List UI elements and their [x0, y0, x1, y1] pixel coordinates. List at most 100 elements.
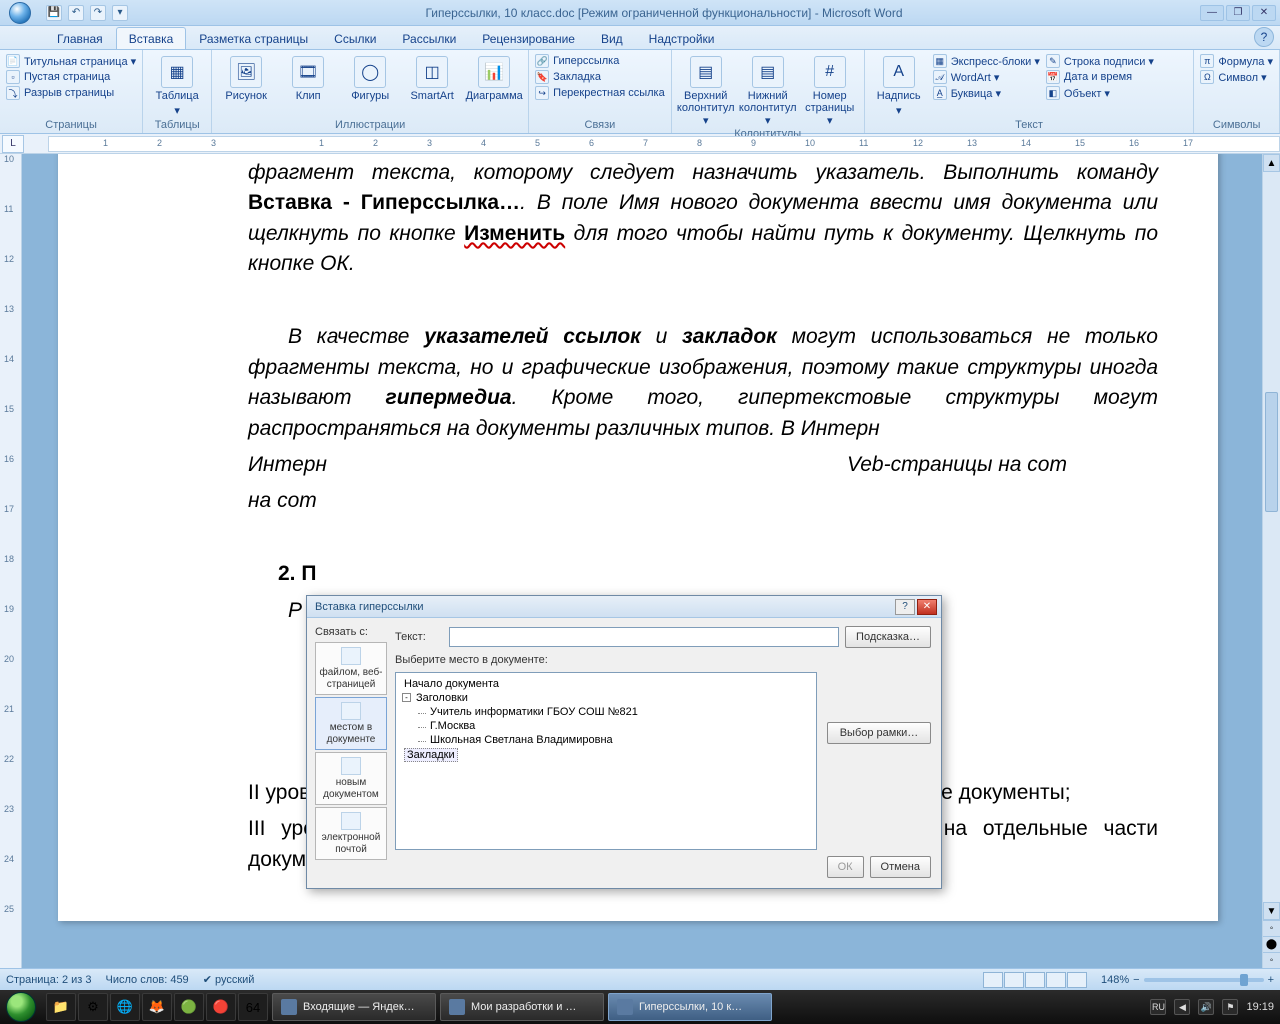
qat-undo-icon[interactable]: ↶ — [68, 5, 84, 21]
datetime-button[interactable]: 📅Дата и время — [1046, 70, 1154, 84]
tab-page-layout[interactable]: Разметка страницы — [186, 27, 321, 49]
target-frame-button[interactable]: Выбор рамки… — [827, 722, 931, 744]
linkto-place-in-doc[interactable]: местом в документе — [315, 697, 387, 750]
pinned-app[interactable]: 🦊 — [142, 993, 172, 1021]
hyperlink-button[interactable]: 🔗Гиперссылка — [535, 54, 665, 68]
textbox-button[interactable]: AНадпись▾ — [871, 52, 927, 117]
place-tree[interactable]: Начало документа -Заголовки Учитель инфо… — [395, 672, 817, 850]
qat-redo-icon[interactable]: ↷ — [90, 5, 106, 21]
view-draft[interactable] — [1067, 972, 1087, 988]
status-page[interactable]: Страница: 2 из 3 — [6, 974, 92, 986]
view-fullscreen[interactable] — [1004, 972, 1024, 988]
dialog-close-button[interactable]: ✕ — [917, 599, 937, 615]
header-button[interactable]: ▤Верхний колонтитул ▾ — [678, 52, 734, 127]
tray-clock[interactable]: 19:19 — [1246, 1001, 1274, 1013]
display-text-input[interactable] — [449, 627, 839, 647]
browse-object-button[interactable]: ⬤ — [1263, 936, 1280, 952]
view-print-layout[interactable] — [983, 972, 1003, 988]
taskbar-task[interactable]: Входящие — Яндек… — [272, 993, 436, 1021]
cover-page-button[interactable]: 📄Титульная страница ▾ — [6, 54, 136, 68]
scroll-track[interactable] — [1263, 172, 1280, 902]
help-button[interactable]: ? — [1254, 27, 1274, 47]
tab-addins[interactable]: Надстройки — [636, 27, 728, 49]
tab-insert[interactable]: Вставка — [116, 27, 187, 49]
linkto-email[interactable]: электронной почтой — [315, 807, 387, 860]
office-button[interactable] — [0, 0, 40, 26]
symbol-button[interactable]: ΩСимвол ▾ — [1200, 70, 1273, 84]
next-page-button[interactable]: ◦ — [1263, 952, 1280, 968]
quickparts-button[interactable]: ▦Экспресс-блоки ▾ — [933, 54, 1040, 68]
scroll-down-button[interactable]: ▼ — [1263, 902, 1280, 920]
ok-button[interactable]: ОК — [827, 856, 864, 878]
linkto-new-doc[interactable]: новым документом — [315, 752, 387, 805]
pinned-app[interactable]: ⚙ — [78, 993, 108, 1021]
object-button[interactable]: ◧Объект ▾ — [1046, 86, 1154, 100]
linkto-file-web[interactable]: файлом, веб-страницей — [315, 642, 387, 695]
pinned-app[interactable]: 🌐 — [110, 993, 140, 1021]
vertical-scrollbar[interactable]: ▲ ▼ ◦ ⬤ ◦ — [1262, 154, 1280, 968]
scroll-thumb[interactable] — [1265, 392, 1278, 512]
tree-heading-item[interactable]: Г.Москва — [416, 719, 810, 733]
tab-references[interactable]: Ссылки — [321, 27, 389, 49]
collapse-icon[interactable]: - — [402, 693, 411, 702]
taskbar-task[interactable]: Мои разработки и … — [440, 993, 604, 1021]
tab-view[interactable]: Вид — [588, 27, 636, 49]
pinned-app[interactable]: 64 — [238, 993, 268, 1021]
smartart-button[interactable]: ◫SmartArt — [404, 52, 460, 102]
picture-button[interactable]: 🖼Рисунок — [218, 52, 274, 102]
tray-flag-icon[interactable]: ⚑ — [1222, 999, 1238, 1015]
dialog-titlebar[interactable]: Вставка гиперссылки ? ✕ — [307, 596, 941, 618]
tree-heading-item[interactable]: Учитель информатики ГБОУ СОШ №821 — [416, 705, 810, 719]
taskbar-task[interactable]: Гиперссылки, 10 к… — [608, 993, 772, 1021]
tree-top-of-doc[interactable]: Начало документа — [402, 677, 810, 691]
vertical-ruler[interactable]: 10111213141516171819202122232425 — [0, 154, 22, 968]
dialog-help-button[interactable]: ? — [895, 599, 915, 615]
horizontal-ruler[interactable]: 1231234567891011121314151617 — [48, 136, 1280, 152]
view-web[interactable] — [1025, 972, 1045, 988]
crossref-button[interactable]: ↪Перекрестная ссылка — [535, 86, 665, 100]
window-close-button[interactable]: ✕ — [1252, 5, 1276, 21]
pinned-app[interactable]: 🟢 — [174, 993, 204, 1021]
ruler-toggle-button[interactable]: L — [2, 135, 24, 153]
tab-review[interactable]: Рецензирование — [469, 27, 588, 49]
window-maximize-button[interactable]: ❐ — [1226, 5, 1250, 21]
tree-heading-item[interactable]: Школьная Светлана Владимировна — [416, 733, 810, 747]
chart-button[interactable]: 📊Диаграмма — [466, 52, 522, 102]
window-minimize-button[interactable]: — — [1200, 5, 1224, 21]
pinned-app[interactable]: 📁 — [46, 993, 76, 1021]
tab-mailings[interactable]: Рассылки — [389, 27, 469, 49]
tree-headings[interactable]: -Заголовки — [402, 691, 810, 705]
page-break-button[interactable]: ⤵Разрыв страницы — [6, 86, 136, 100]
bookmark-button[interactable]: 🔖Закладка — [535, 70, 665, 84]
zoom-level[interactable]: 148% — [1101, 974, 1129, 986]
start-button[interactable] — [0, 990, 42, 1024]
shapes-button[interactable]: ◯Фигуры — [342, 52, 398, 102]
tab-home[interactable]: Главная — [44, 27, 116, 49]
zoom-out-button[interactable]: − — [1133, 974, 1139, 986]
zoom-slider[interactable] — [1144, 978, 1264, 982]
table-button[interactable]: ▦Таблица▾ — [149, 52, 205, 117]
pagenumber-button[interactable]: #Номер страницы ▾ — [802, 52, 858, 127]
tray-network-icon[interactable]: ◀ — [1174, 999, 1190, 1015]
wordart-button[interactable]: 𝒜WordArt ▾ — [933, 70, 1040, 84]
qat-save-icon[interactable]: 💾 — [46, 5, 62, 21]
equation-button[interactable]: πФормула ▾ — [1200, 54, 1273, 68]
blank-page-button[interactable]: ▫Пустая страница — [6, 70, 136, 84]
scroll-up-button[interactable]: ▲ — [1263, 154, 1280, 172]
clipart-button[interactable]: 🎞Клип — [280, 52, 336, 102]
tree-bookmarks[interactable]: Закладки — [402, 747, 810, 763]
footer-button[interactable]: ▤Нижний колонтитул ▾ — [740, 52, 796, 127]
cancel-button[interactable]: Отмена — [870, 856, 931, 878]
pinned-app[interactable]: 🔴 — [206, 993, 236, 1021]
status-wordcount[interactable]: Число слов: 459 — [106, 974, 189, 986]
screentip-button[interactable]: Подсказка… — [845, 626, 931, 648]
tray-sound-icon[interactable]: 🔊 — [1198, 999, 1214, 1015]
zoom-in-button[interactable]: + — [1268, 974, 1274, 986]
view-outline[interactable] — [1046, 972, 1066, 988]
tray-lang[interactable]: RU — [1150, 999, 1166, 1015]
qat-more-icon[interactable]: ▾ — [112, 5, 128, 21]
prev-page-button[interactable]: ◦ — [1263, 920, 1280, 936]
dropcap-button[interactable]: A̲Буквица ▾ — [933, 86, 1040, 100]
status-lang[interactable]: ✔ русский — [203, 973, 255, 986]
signatureline-button[interactable]: ✎Строка подписи ▾ — [1046, 54, 1154, 68]
